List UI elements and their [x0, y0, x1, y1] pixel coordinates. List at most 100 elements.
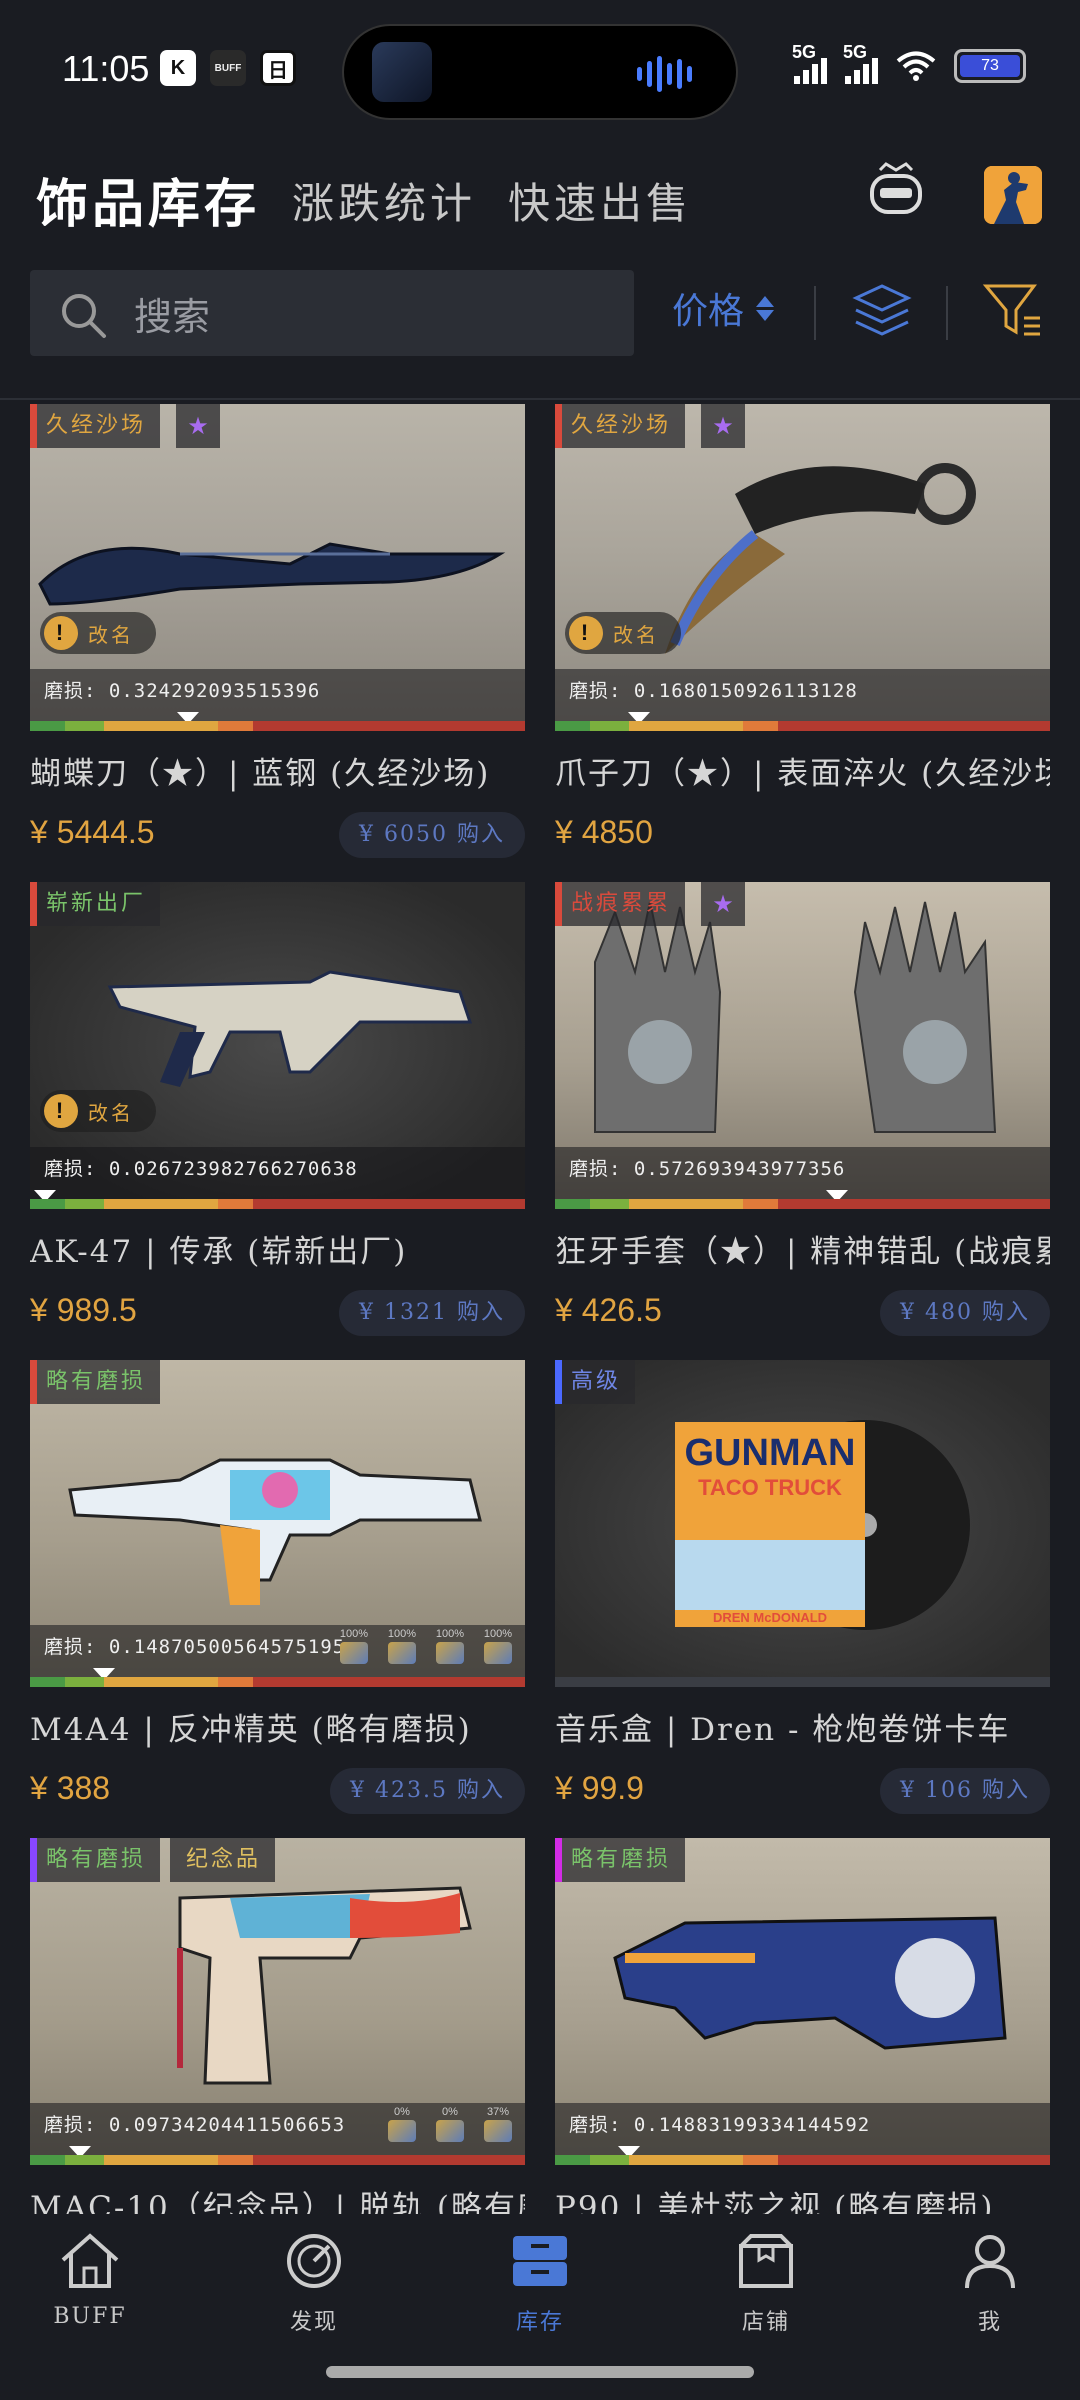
- divider: [946, 286, 948, 340]
- nav-profile[interactable]: 我: [920, 2232, 1060, 2336]
- sticker-list: 100% 100% 100% 100%: [337, 1628, 515, 1664]
- rename-badge[interactable]: ! 改名: [565, 612, 681, 654]
- alert-icon: !: [44, 616, 78, 650]
- item-card[interactable]: GUNMAN TACO TRUCK DREN McDONALD 高级 音乐盒 | Dr…: [555, 1360, 1050, 1838]
- dynamic-island[interactable]: [342, 24, 738, 120]
- wear-value: 磨损: 0.026723982766270638: [44, 1154, 358, 1181]
- exterior-tag: 崭新出厂: [30, 882, 161, 926]
- item-card[interactable]: 略有磨损 纪念品 磨损: 0.09734204411506653 0% 0% 37% MAC…: [30, 1838, 525, 2214]
- calendar-app-icon: 日: [260, 50, 296, 86]
- item-card[interactable]: 久经沙场 ★! 改名 磨损: 0.1680150926113128 爪子刀（★）| 表面…: [555, 404, 1050, 882]
- star-icon: ★: [176, 404, 220, 448]
- tab-price-trends[interactable]: 涨跌统计: [292, 170, 476, 231]
- nav-label: BUFF: [53, 2304, 127, 2329]
- layers-icon[interactable]: [852, 280, 912, 342]
- sticker-wear: 100%: [339, 1628, 369, 1640]
- rename-badge[interactable]: ! 改名: [40, 1090, 156, 1132]
- wear-label: 磨损:: [44, 2114, 97, 2136]
- sticker: 0%: [433, 2106, 467, 2142]
- wear-label: 磨损:: [569, 680, 622, 702]
- nav-inventory[interactable]: 库存: [470, 2232, 610, 2336]
- sticker: 100%: [481, 1628, 515, 1664]
- item-price: ¥ 5444.5: [30, 814, 155, 850]
- wear-color-bar: [555, 2155, 1050, 2165]
- item-name: 爪子刀（★）| 表面淬火 (久经沙场): [555, 756, 1050, 792]
- k-app-icon: K: [160, 50, 196, 86]
- status-app-icons: K BUFF 日: [160, 50, 296, 86]
- purchase-price-badge: ¥ 480 购入: [880, 1290, 1050, 1336]
- signal-icon-2: 5G: [843, 42, 878, 84]
- steam-bot-icon[interactable]: [866, 160, 926, 220]
- item-card[interactable]: 战痕累累 ★ 磨损: 0.572693943977356 狂牙手套（★）| 精神错乱 …: [555, 882, 1050, 1360]
- wear-color-bar: [30, 1199, 525, 1209]
- nav-discover[interactable]: 发现: [244, 2232, 384, 2336]
- tab-quick-sell[interactable]: 快速出售: [508, 170, 692, 231]
- sticker-wear: 100%: [435, 1628, 465, 1640]
- wear-number: 0.1680150926113128: [633, 680, 858, 702]
- sticker-wear: 0%: [394, 2106, 410, 2118]
- sticker-list: 0% 0% 37%: [385, 2106, 515, 2142]
- sticker-wear: 100%: [483, 1628, 513, 1640]
- svg-text:GUNMAN: GUNMAN: [685, 1432, 856, 1474]
- wear-color-bar: [30, 1677, 525, 1687]
- home-indicator[interactable]: [326, 2366, 754, 2378]
- sticker-wear: 0%: [442, 2106, 458, 2118]
- buff-app-icon: BUFF: [210, 50, 246, 86]
- wear-label: 磨损:: [569, 2114, 622, 2136]
- item-card[interactable]: 崭新出厂! 改名 磨损: 0.026723982766270638 AK-47 | 传…: [30, 882, 525, 1360]
- wear-number: 0.09734204411506653: [108, 2114, 346, 2136]
- tab-inventory[interactable]: 饰品库存: [36, 162, 260, 237]
- exterior-tag: 略有磨损: [30, 1360, 161, 1404]
- game-cs-icon[interactable]: [984, 166, 1042, 224]
- search-input[interactable]: 搜索: [30, 270, 634, 356]
- wear-number: 0.572693943977356: [633, 1158, 846, 1180]
- exterior-tag: 久经沙场: [555, 404, 686, 448]
- sticker: 37%: [481, 2106, 515, 2142]
- nav-buff[interactable]: BUFF: [20, 2232, 160, 2329]
- wear-label: 磨损:: [569, 1158, 622, 1180]
- filter-icon[interactable]: [982, 280, 1044, 342]
- search-toolbar: 搜索 价格: [0, 268, 1080, 398]
- item-name: MAC-10（纪念品）| 脱轨 (略有磨损): [30, 2190, 525, 2214]
- item-name: 音乐盒 | Dren - 枪炮卷饼卡车: [555, 1712, 1011, 1748]
- rename-badge[interactable]: ! 改名: [40, 612, 156, 654]
- svg-text:TACO TRUCK: TACO TRUCK: [698, 1475, 842, 1500]
- wear-color-bar: [555, 1199, 1050, 1209]
- profile-icon: [965, 2235, 1015, 2289]
- signal-icon: 5G: [792, 42, 827, 84]
- status-indicators: 5G 5G 73: [792, 42, 1026, 84]
- item-card[interactable]: 略有磨损 磨损: 0.14870500564575195 100% 100% 100% 1…: [30, 1360, 525, 1838]
- signal-label-2: 5G: [843, 42, 868, 62]
- purchase-price-badge: ¥ 6050 购入: [339, 812, 525, 858]
- item-name: 蝴蝶刀（★）| 蓝钢 (久经沙场): [30, 756, 491, 792]
- nav-label: 发现: [289, 2310, 338, 2335]
- wear-label: 磨损:: [44, 1636, 97, 1658]
- battery-icon: 73: [954, 49, 1026, 83]
- item-card[interactable]: 略有磨损 磨损: 0.14883199334144592 P90 | 美杜莎之视 (…: [555, 1838, 1050, 2214]
- purchase-price-badge: ¥ 106 购入: [880, 1768, 1050, 1814]
- exterior-tag: 高级: [555, 1360, 636, 1404]
- exterior-tag: 久经沙场: [30, 404, 161, 448]
- item-card[interactable]: 久经沙场 ★! 改名 磨损: 0.324292093515396 蝴蝶刀（★）| 蓝钢 …: [30, 404, 525, 882]
- item-name: M4A4 | 反冲精英 (略有磨损): [30, 1712, 472, 1748]
- alert-icon: !: [44, 1094, 78, 1128]
- divider: [814, 286, 816, 340]
- sort-price-button[interactable]: 价格: [672, 282, 775, 334]
- status-time: 11:05: [62, 48, 150, 89]
- sticker-wear: 100%: [387, 1628, 417, 1640]
- wear-color-bar: [30, 721, 525, 731]
- nav-shop[interactable]: 店铺: [696, 2232, 836, 2336]
- nav-label: 店铺: [741, 2310, 790, 2335]
- item-price: ¥ 388: [30, 1770, 111, 1806]
- wear-number: 0.026723982766270638: [108, 1158, 358, 1180]
- souvenir-tag: 纪念品: [170, 1838, 276, 1882]
- search-placeholder: 搜索: [134, 295, 211, 339]
- nav-label: 我: [977, 2310, 1002, 2335]
- wear-value: 磨损: 0.14870500564575195: [44, 1632, 345, 1659]
- nav-label: 库存: [515, 2310, 564, 2335]
- item-price: ¥ 4850: [555, 814, 653, 850]
- rename-label: 改名: [613, 622, 659, 647]
- wear-number: 0.14870500564575195: [108, 1636, 346, 1658]
- exterior-tag: 战痕累累: [555, 882, 686, 926]
- home-icon: [61, 2233, 119, 2288]
